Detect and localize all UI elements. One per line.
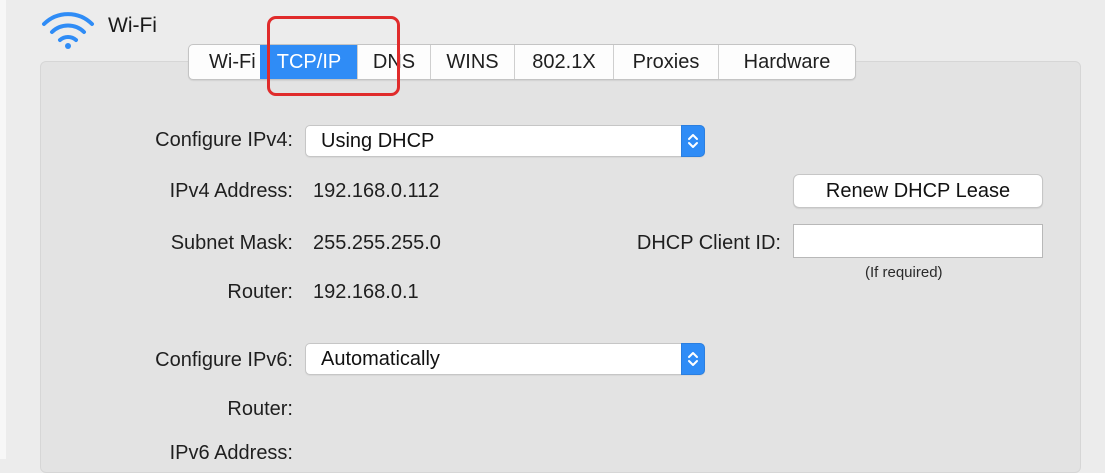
tab-hardware[interactable]: Hardware xyxy=(718,45,855,79)
dhcp-client-id-field[interactable] xyxy=(793,224,1043,258)
highlight-annotation xyxy=(267,16,400,96)
ipv4-address-value: 192.168.0.112 xyxy=(313,180,440,202)
configure-ipv4-value: Using DHCP xyxy=(321,130,435,152)
tab-wifi[interactable]: Wi-Fi xyxy=(189,45,260,79)
tab-wins[interactable]: WINS xyxy=(430,45,514,79)
window-title: Wi-Fi xyxy=(108,14,157,37)
configure-ipv6-label: Configure IPv6: xyxy=(155,349,293,371)
dhcp-client-id-hint: (If required) xyxy=(865,264,943,281)
wifi-icon xyxy=(42,12,94,49)
configure-ipv6-value: Automatically xyxy=(321,348,440,370)
tab-802-1x[interactable]: 802.1X xyxy=(514,45,613,79)
ipv6-router-label: Router: xyxy=(227,398,293,420)
subnet-mask-label: Subnet Mask: xyxy=(170,232,293,254)
window-edge xyxy=(0,0,6,459)
chevron-up-down-icon xyxy=(681,125,705,157)
configure-ipv4-select[interactable]: Using DHCP xyxy=(305,125,705,157)
ipv4-address-label: IPv4 Address: xyxy=(169,180,293,202)
configure-ipv6-select[interactable]: Automatically xyxy=(305,343,705,375)
router-value: 192.168.0.1 xyxy=(313,281,419,303)
configure-ipv4-label: Configure IPv4: xyxy=(155,129,293,151)
dhcp-client-id-label: DHCP Client ID: xyxy=(636,232,781,254)
router-label: Router: xyxy=(227,281,293,303)
renew-dhcp-lease-button[interactable]: Renew DHCP Lease xyxy=(793,174,1043,208)
subnet-mask-value: 255.255.255.0 xyxy=(313,232,441,254)
tab-proxies[interactable]: Proxies xyxy=(613,45,718,79)
ipv6-address-label: IPv6 Address: xyxy=(169,442,293,464)
chevron-up-down-icon xyxy=(681,343,705,375)
